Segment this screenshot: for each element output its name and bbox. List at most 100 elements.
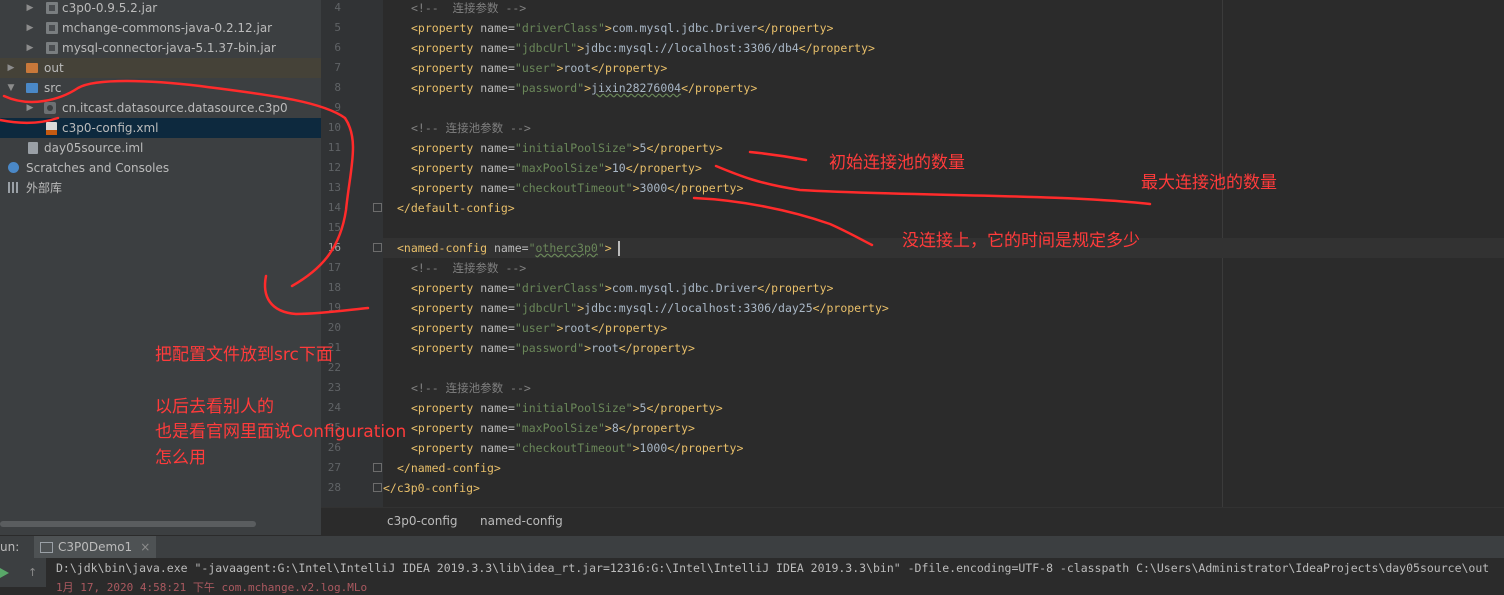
- tree-item-scratches[interactable]: Scratches and Consoles: [0, 158, 321, 178]
- tree-item-label: mchange-commons-java-0.2.12.jar: [62, 21, 273, 35]
- expand-arrow-icon[interactable]: ▶: [25, 98, 35, 118]
- code-line[interactable]: <property name="password">jixin28276004<…: [383, 78, 757, 98]
- line-number: 16: [327, 241, 341, 254]
- run-console[interactable]: ↑ D:\jdk\bin\java.exe "-javaagent:G:\Int…: [0, 558, 1504, 594]
- expand-arrow-icon[interactable]: ▶: [25, 0, 35, 18]
- line-number: 10: [327, 121, 341, 134]
- console-icon: [40, 542, 53, 553]
- tree-item-label: 外部库: [26, 181, 63, 195]
- source-folder-icon: [26, 83, 38, 93]
- annotation-later-3: 怎么用: [155, 448, 206, 468]
- console-log-line: 1月 17, 2020 4:58:21 下午 com.mchange.v2.lo…: [56, 581, 368, 594]
- line-number: 23: [327, 381, 341, 394]
- folder-icon: [26, 63, 38, 73]
- library-icon: [8, 182, 20, 193]
- fold-marker-icon[interactable]: [373, 243, 382, 252]
- fold-marker-icon[interactable]: [373, 203, 382, 212]
- annotation-initial-pool: 初始连接池的数量: [829, 153, 965, 173]
- annotation-put-in-src: 把配置文件放到src下面: [155, 345, 333, 365]
- iml-file-icon: [28, 142, 38, 154]
- code-line[interactable]: <property name="initialPoolSize">5</prop…: [383, 138, 723, 158]
- annotation-later-2: 也是看官网里面说Configuration: [155, 422, 407, 442]
- code-line[interactable]: <!-- 连接参数 -->: [383, 258, 526, 278]
- line-number: 14: [327, 201, 341, 214]
- breadcrumb-item-c3p0-config[interactable]: c3p0-config: [387, 514, 458, 528]
- code-line[interactable]: <property name="driverClass">com.mysql.j…: [383, 278, 833, 298]
- run-label: un:: [0, 540, 20, 554]
- line-number: 19: [327, 301, 341, 314]
- breadcrumb-item-named-config[interactable]: named-config: [480, 514, 563, 528]
- tree-item-package[interactable]: ▶ cn.itcast.datasource.datasource.c3p0: [0, 98, 321, 118]
- tree-item-label: c3p0-0.9.5.2.jar: [62, 1, 158, 15]
- jar-icon: [46, 22, 58, 34]
- line-number: 27: [327, 461, 341, 474]
- xml-file-icon: [46, 122, 57, 135]
- tree-item-iml[interactable]: day05source.iml: [0, 138, 321, 158]
- tree-item-label: mysql-connector-java-5.1.37-bin.jar: [62, 41, 276, 55]
- close-icon[interactable]: ×: [140, 540, 150, 554]
- code-line[interactable]: </default-config>: [383, 198, 515, 218]
- code-line[interactable]: <!-- 连接参数 -->: [383, 0, 526, 18]
- annotation-max-pool: 最大连接池的数量: [1141, 173, 1277, 193]
- code-line[interactable]: <property name="jdbcUrl">jdbc:mysql://lo…: [383, 38, 875, 58]
- line-number: 5: [334, 21, 341, 34]
- horizontal-scrollbar[interactable]: [0, 521, 256, 527]
- line-number: 6: [334, 41, 341, 54]
- tree-item-label: Scratches and Consoles: [26, 161, 170, 175]
- line-number: 20: [327, 321, 341, 334]
- console-toolbar: ↑: [0, 558, 46, 587]
- code-line[interactable]: <property name="password">root</property…: [383, 338, 695, 358]
- annotation-timeout: 没连接上，它的时间是规定多少: [902, 231, 1140, 251]
- fold-marker-icon[interactable]: [373, 463, 382, 472]
- code-line[interactable]: <property name="jdbcUrl">jdbc:mysql://lo…: [383, 298, 889, 318]
- line-number: 7: [334, 61, 341, 74]
- expand-arrow-icon[interactable]: ▶: [25, 18, 35, 38]
- code-line[interactable]: <property name="checkoutTimeout">1000</p…: [383, 438, 743, 458]
- scratches-icon: [8, 162, 19, 173]
- collapse-arrow-icon[interactable]: ▼: [6, 78, 16, 98]
- line-number: 28: [327, 481, 341, 494]
- code-line[interactable]: </c3p0-config>: [383, 478, 480, 498]
- code-line[interactable]: <property name="maxPoolSize">10</propert…: [383, 158, 702, 178]
- expand-arrow-icon[interactable]: ▶: [25, 38, 35, 58]
- code-line[interactable]: <!-- 连接池参数 -->: [383, 118, 531, 138]
- tree-item-external-libraries[interactable]: 外部库: [0, 178, 321, 198]
- line-number: 15: [327, 221, 341, 234]
- arrow-up-icon[interactable]: ↑: [28, 566, 37, 579]
- tree-item-mysql-jar[interactable]: ▶ mysql-connector-java-5.1.37-bin.jar: [0, 38, 321, 58]
- tree-item-src[interactable]: ▼ src: [0, 78, 321, 98]
- tree-item-c3p0-config-xml[interactable]: c3p0-config.xml: [0, 118, 321, 138]
- line-number: 18: [327, 281, 341, 294]
- tree-item-out[interactable]: ▶ out: [0, 58, 321, 78]
- line-number: 9: [334, 101, 341, 114]
- code-line[interactable]: <property name="maxPoolSize">8</property…: [383, 418, 695, 438]
- tree-item-label: out: [44, 61, 64, 75]
- tree-item-label: c3p0-config.xml: [62, 121, 159, 135]
- tree-item-label: day05source.iml: [44, 141, 144, 155]
- line-number: 4: [334, 1, 341, 14]
- code-line[interactable]: <property name="checkoutTimeout">3000</p…: [383, 178, 743, 198]
- run-tab-label: C3P0Demo1: [58, 540, 133, 554]
- run-tab-c3p0demo1[interactable]: C3P0Demo1 ×: [34, 536, 157, 559]
- code-line[interactable]: </named-config>: [383, 458, 501, 478]
- tree-item-label: cn.itcast.datasource.datasource.c3p0: [62, 101, 288, 115]
- annotation-later-1: 以后去看别人的: [155, 397, 274, 417]
- line-number: 13: [327, 181, 341, 194]
- run-tool-window-header: un: C3P0Demo1 ×: [0, 535, 1504, 559]
- code-line[interactable]: <property name="initialPoolSize">5</prop…: [383, 398, 723, 418]
- code-line[interactable]: <property name="user">root</property>: [383, 58, 667, 78]
- code-line[interactable]: <!-- 连接池参数 -->: [383, 378, 531, 398]
- expand-arrow-icon[interactable]: ▶: [6, 58, 16, 78]
- line-number: 17: [327, 261, 341, 274]
- code-line[interactable]: <property name="user">root</property>: [383, 318, 667, 338]
- code-line[interactable]: <property name="driverClass">com.mysql.j…: [383, 18, 833, 38]
- jar-icon: [46, 42, 58, 54]
- tree-item-mchange-jar[interactable]: ▶ mchange-commons-java-0.2.12.jar: [0, 18, 321, 38]
- rerun-icon[interactable]: [0, 568, 9, 578]
- text-caret: [617, 241, 620, 256]
- tree-item-c3p0-jar[interactable]: ▶ c3p0-0.9.5.2.jar: [0, 0, 321, 18]
- fold-marker-icon[interactable]: [373, 483, 382, 492]
- console-command-line: D:\jdk\bin\java.exe "-javaagent:G:\Intel…: [56, 561, 1490, 575]
- breadcrumb: c3p0-config named-config: [321, 507, 1504, 536]
- package-icon: [44, 102, 56, 114]
